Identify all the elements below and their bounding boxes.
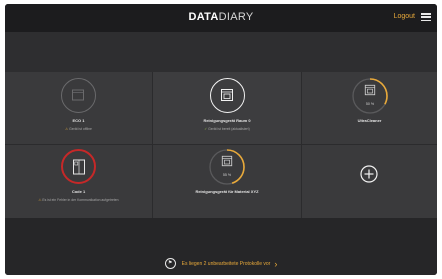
device-tile-eco-1[interactable]: ECO 1 ⚠ Gerät ist offline xyxy=(5,72,152,144)
device-status-line: ⚠ Es ist ein Fehler in der Kommunikation… xyxy=(5,198,152,202)
flag-icon: ⚑ xyxy=(164,258,176,269)
device-status-ring xyxy=(61,78,96,113)
progress-ring xyxy=(352,78,388,114)
logo-bold-text: DATA xyxy=(188,11,219,23)
device-tile-code-1[interactable]: Code 1 ⚠ Es ist ein Fehler in der Kommun… xyxy=(5,145,152,218)
check-circle-icon: ✓ xyxy=(204,127,208,131)
footer: ⚑ Es liegen 2 unbearbeitete Protokolle vo… xyxy=(5,218,437,275)
add-device-tile[interactable] xyxy=(302,145,437,218)
app-logo: DATADIARY xyxy=(5,11,437,23)
device-name: Reinigungsgerät für Material XYZ xyxy=(195,189,259,194)
washer-device-icon xyxy=(221,89,233,101)
chevron-right-icon: › xyxy=(274,258,278,269)
progress-percent: 55 % xyxy=(222,173,232,177)
plus-icon[interactable] xyxy=(360,165,378,183)
washer-device-icon xyxy=(221,155,233,167)
banner-text: Es liegen 2 unbearbeitete Protokolle vor xyxy=(181,260,271,267)
device-status-text: Gerät ist offline xyxy=(69,127,92,131)
device-name: Code 1 xyxy=(71,189,86,194)
washer-device-icon xyxy=(364,84,376,96)
device-status-text: Es ist ein Fehler in der Kommunikation a… xyxy=(42,198,119,202)
device-status-line: ✓ Gerät ist bereit (aktualisiert) xyxy=(153,127,301,131)
progress-percent: 50 % xyxy=(365,102,375,106)
device-status-line: ⚠ Gerät ist offline xyxy=(5,127,152,131)
warning-icon: ⚠ xyxy=(65,127,69,131)
device-grid: ECO 1 ⚠ Gerät ist offline Reinigungsgerä… xyxy=(5,72,437,218)
device-tile-ultracleaner[interactable]: 50 % UltraCleaner xyxy=(302,72,437,144)
cabinet-device-icon xyxy=(72,159,85,174)
device-status-text: Gerät ist bereit (aktualisiert) xyxy=(208,127,250,131)
device-tile-raum-0[interactable]: Reinigungsgerät Raum 0 ✓ Gerät ist berei… xyxy=(153,72,301,144)
device-name: Reinigungsgerät Raum 0 xyxy=(203,118,251,123)
device-tile-material-xyz[interactable]: 55 % Reinigungsgerät für Material XYZ xyxy=(153,145,301,218)
top-band xyxy=(5,32,437,72)
device-status-ring xyxy=(210,78,245,113)
device-name: ECO 1 xyxy=(72,118,85,123)
device-name: UltraCleaner xyxy=(357,118,382,123)
logout-link[interactable]: Logout xyxy=(394,13,415,20)
warning-icon: ⚠ xyxy=(38,198,42,202)
logo-light-text: DIARY xyxy=(218,11,254,23)
device-status-ring xyxy=(61,149,96,184)
progress-ring xyxy=(209,149,245,185)
hamburger-menu-icon[interactable] xyxy=(421,13,431,22)
top-bar: DATADIARY Logout xyxy=(5,4,437,33)
box-device-icon xyxy=(72,89,84,101)
unprocessed-protocols-banner[interactable]: ⚑ Es liegen 2 unbearbeitete Protokolle vo… xyxy=(5,258,437,269)
app-window: DATADIARY Logout ECO 1 ⚠ Gerät ist offli… xyxy=(5,4,437,275)
